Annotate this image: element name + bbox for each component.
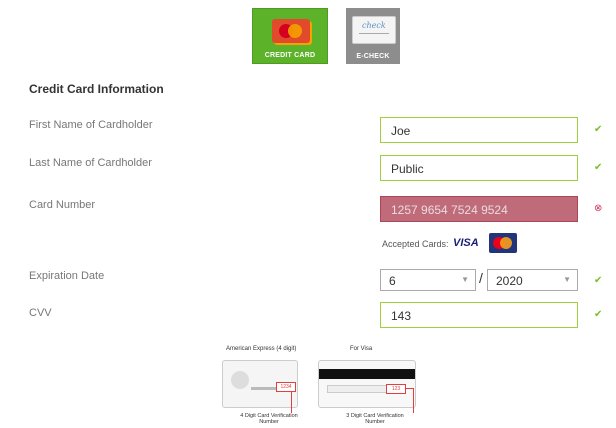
card-number-input[interactable]: 1257 9654 7524 9524 xyxy=(380,196,578,222)
cvv-label: CVV xyxy=(29,307,52,319)
date-separator: / xyxy=(479,270,483,286)
credit-card-tab-label: CREDIT CARD xyxy=(264,52,316,59)
echeck-tab-label: E-CHECK xyxy=(356,53,390,60)
amex-cvv-box: 1234 xyxy=(276,382,296,392)
chevron-down-icon: ▼ xyxy=(461,275,469,284)
check-icon: check xyxy=(352,16,396,44)
mastercard-card-icon xyxy=(272,19,310,43)
chevron-down-icon: ▼ xyxy=(563,275,571,284)
expiration-year-select[interactable]: 2020 ▼ xyxy=(487,269,578,291)
card-number-label: Card Number xyxy=(29,199,96,211)
echeck-tab[interactable]: check E-CHECK xyxy=(346,8,400,64)
cvv-input[interactable]: 143 xyxy=(380,302,578,328)
section-title: Credit Card Information xyxy=(29,82,164,96)
last-name-valid-icon: ✔ xyxy=(594,162,603,173)
expiration-month-value: 6 xyxy=(389,274,396,288)
last-name-input[interactable]: Public xyxy=(380,155,578,181)
first-name-label: First Name of Cardholder xyxy=(29,119,153,131)
visa-cvv-box: 123 xyxy=(386,384,406,394)
card-number-error-icon: ⊗ xyxy=(594,203,603,214)
first-name-valid-icon: ✔ xyxy=(594,124,603,135)
amex-cvv-caption: 4 Digit Card Verification Number xyxy=(240,413,298,425)
visa-logo-icon: VISA xyxy=(453,237,479,249)
visa-cvv-title: For Visa xyxy=(350,346,373,352)
expiration-date-label: Expiration Date xyxy=(29,270,105,282)
visa-cvv-caption: 3 Digit Card Verification Number xyxy=(346,413,404,425)
first-name-input[interactable]: Joe xyxy=(380,117,578,143)
credit-card-tab[interactable]: CREDIT CARD xyxy=(252,8,328,64)
accepted-cards-label: Accepted Cards: xyxy=(382,239,449,249)
cvv-valid-icon: ✔ xyxy=(594,309,603,320)
expiration-year-value: 2020 xyxy=(496,274,523,288)
last-name-label: Last Name of Cardholder xyxy=(29,157,152,169)
expiration-valid-icon: ✔ xyxy=(594,275,603,286)
mastercard-logo-icon xyxy=(489,233,517,253)
amex-cvv-title: American Express (4 digit) xyxy=(226,346,297,352)
expiration-month-select[interactable]: 6 ▼ xyxy=(380,269,476,291)
